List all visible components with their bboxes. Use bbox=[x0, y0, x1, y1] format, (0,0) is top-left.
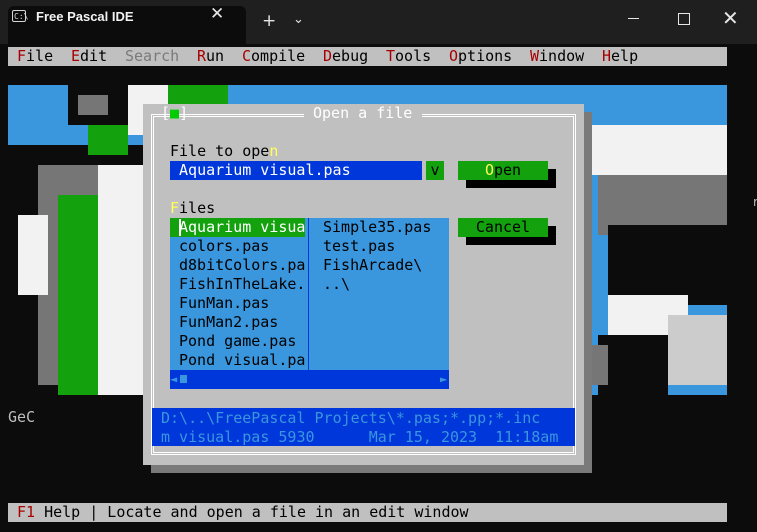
file-list-item[interactable]: FunMan.pas bbox=[170, 294, 305, 313]
tab-close-icon[interactable]: ✕ bbox=[210, 4, 224, 24]
new-tab-icon[interactable]: + bbox=[262, 11, 276, 31]
open-hotkey: O bbox=[484, 161, 494, 179]
menu-window[interactable]: Window bbox=[530, 47, 584, 66]
menu-hotkey: O bbox=[449, 47, 459, 65]
open-button[interactable]: Open bbox=[458, 161, 548, 180]
file-list-item[interactable]: Simple35.pas bbox=[314, 218, 449, 237]
menu-hotkey: T bbox=[386, 47, 396, 65]
file-list-item[interactable]: test.pas bbox=[314, 237, 449, 256]
menu-tools[interactable]: Tools bbox=[386, 47, 431, 66]
dialog-title: Open a file bbox=[313, 104, 413, 122]
file-list-item[interactable]: FishInTheLake. bbox=[170, 275, 305, 294]
menu-options[interactable]: Options bbox=[449, 47, 512, 66]
menu-debug[interactable]: Debug bbox=[323, 47, 368, 66]
cancel-button[interactable]: Cancel bbox=[458, 218, 548, 237]
status-line: F1 Help | Locate and open a file in an e… bbox=[17, 503, 469, 522]
menu-compile[interactable]: Compile bbox=[242, 47, 305, 66]
label-text: File to ope bbox=[170, 142, 270, 160]
file-list-scrollbar[interactable] bbox=[170, 370, 449, 389]
list-cursor bbox=[179, 219, 181, 236]
menu-hotkey: R bbox=[197, 47, 207, 65]
menu-hotkey: W bbox=[530, 47, 540, 65]
desktop-label: GeC bbox=[8, 408, 36, 426]
info-file-details: m visual.pas 5930 Mar 15, 2023 11:18am bbox=[161, 428, 559, 446]
tab-title: Free Pascal IDE bbox=[36, 9, 134, 24]
art-right-dark bbox=[608, 225, 727, 305]
files-hotkey: F bbox=[170, 199, 180, 217]
file-info-panel: D:\..\FreePascal Projects\*.pas;*.pp;*.i… bbox=[152, 408, 575, 446]
menu-help[interactable]: Help bbox=[602, 47, 638, 66]
art-right-sky bbox=[698, 85, 727, 125]
open-label: pen bbox=[493, 161, 522, 179]
menu-edit[interactable]: Edit bbox=[71, 47, 107, 66]
maximize-icon[interactable] bbox=[678, 13, 690, 25]
file-list-item[interactable]: FishArcade\ bbox=[314, 256, 449, 275]
close-bracket-right: ] bbox=[179, 104, 189, 122]
info-path: D:\..\FreePascal Projects\*.pas;*.pp;*.i… bbox=[161, 409, 541, 427]
status-key[interactable]: F1 bbox=[17, 503, 35, 521]
menu-label: indow bbox=[539, 47, 585, 65]
menu-hotkey: E bbox=[71, 47, 81, 65]
window-close-icon[interactable]: ✕ bbox=[722, 6, 739, 30]
menu-label: un bbox=[206, 47, 225, 65]
menu-hotkey: D bbox=[323, 47, 333, 65]
terminal-icon: C:\ bbox=[12, 10, 29, 22]
menu-label: ompile bbox=[251, 47, 306, 65]
menu-run[interactable]: Run bbox=[197, 47, 224, 66]
menu-search[interactable]: Search bbox=[125, 47, 179, 66]
art-green-leaf bbox=[88, 125, 128, 155]
file-list-item[interactable]: FunMan2.pas bbox=[170, 313, 305, 332]
file-list-divider bbox=[308, 218, 309, 370]
file-list-item[interactable]: d8bitColors.pa bbox=[170, 256, 305, 275]
menu-label: ebug bbox=[332, 47, 369, 65]
art-green-top bbox=[168, 85, 228, 105]
file-list-item[interactable]: Pond game.pas bbox=[170, 332, 305, 351]
file-list-item[interactable]: Pond visual.pa bbox=[170, 351, 305, 370]
menu-label: Search bbox=[125, 47, 180, 65]
status-text: Help | Locate and open a file in an edit… bbox=[35, 503, 469, 521]
menu-label: ile bbox=[26, 47, 54, 65]
file-list-item[interactable]: Aquarium visua bbox=[170, 218, 305, 237]
menu-file[interactable]: File bbox=[17, 47, 53, 66]
close-icon: ■ bbox=[170, 104, 180, 122]
file-list-item[interactable]: ..\ bbox=[314, 275, 449, 294]
art-white-stripe bbox=[98, 165, 148, 395]
file-name-input[interactable]: Aquarium visual.pas bbox=[170, 161, 422, 180]
art-right-dark-2 bbox=[598, 335, 668, 395]
scroll-left-icon[interactable]: ◄ bbox=[170, 370, 177, 389]
menu-label: ools bbox=[395, 47, 432, 65]
edge-glyph: r bbox=[752, 195, 757, 209]
menu-label: dit bbox=[80, 47, 108, 65]
file-list-item[interactable]: colors.pas bbox=[170, 237, 305, 256]
minimize-icon[interactable] bbox=[628, 18, 639, 19]
art-top-gray bbox=[78, 95, 108, 115]
chevron-down-icon[interactable]: ⌄ bbox=[293, 12, 304, 27]
scroll-thumb[interactable] bbox=[180, 375, 187, 383]
menu-hotkey: H bbox=[602, 47, 612, 65]
dialog-close-button[interactable]: [■] bbox=[161, 104, 188, 123]
menu-hotkey: F bbox=[17, 47, 27, 65]
art-white-patch bbox=[18, 215, 48, 295]
menu-label: ptions bbox=[458, 47, 513, 65]
file-to-open-label: File to open bbox=[170, 142, 278, 161]
art-sky-patch bbox=[8, 85, 68, 125]
art-right-gray-2 bbox=[668, 315, 727, 385]
files-label: Files bbox=[170, 199, 215, 218]
label-hotkey: n bbox=[269, 142, 279, 160]
history-dropdown-button[interactable]: v bbox=[426, 161, 444, 180]
scroll-right-icon[interactable]: ► bbox=[440, 370, 447, 389]
close-bracket-left: [ bbox=[161, 104, 171, 122]
menu-hotkey: C bbox=[242, 47, 252, 65]
files-label-text: iles bbox=[179, 199, 216, 217]
menu-label: elp bbox=[611, 47, 639, 65]
art-right-white bbox=[578, 125, 727, 175]
